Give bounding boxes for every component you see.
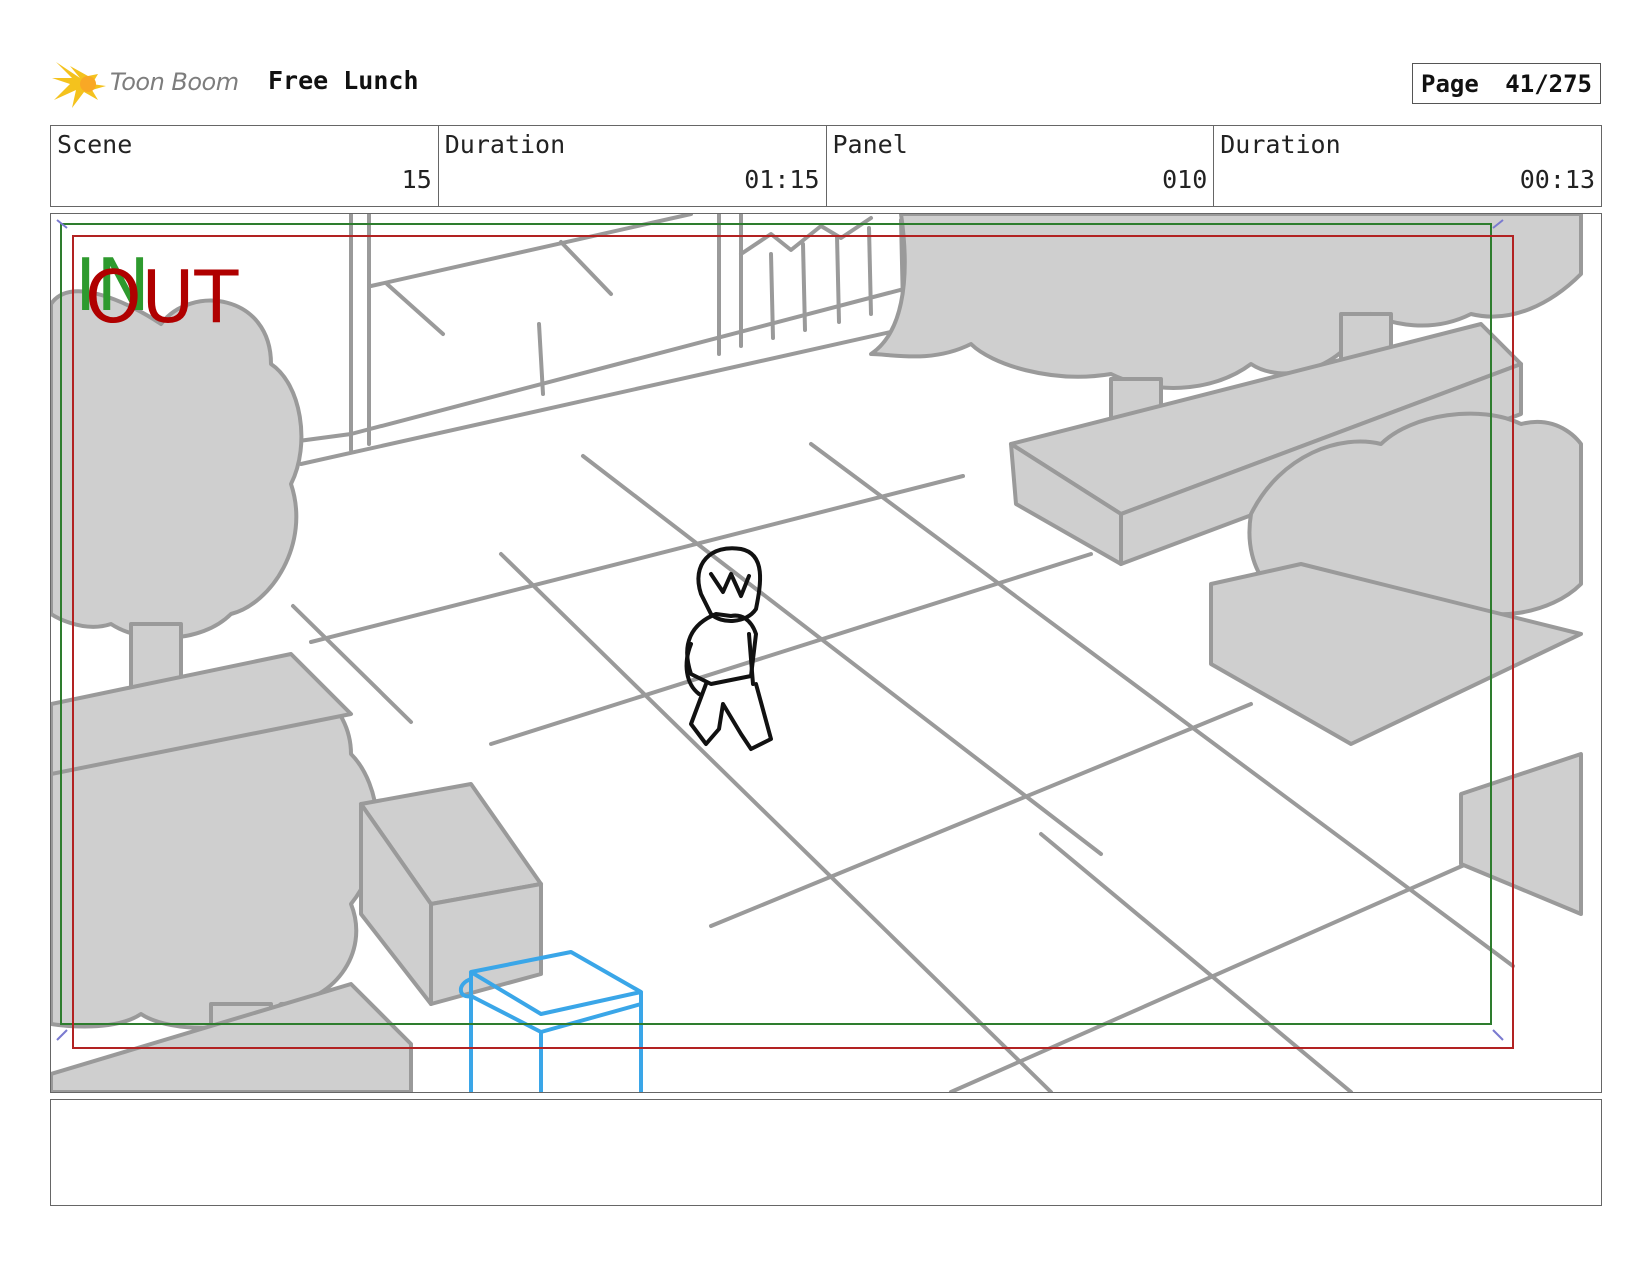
panel-label: Panel: [832, 130, 908, 159]
floor-line: [581, 454, 1103, 856]
panel-notes: [50, 1099, 1602, 1206]
scene-value: 15: [401, 165, 432, 194]
gate-bar: [867, 226, 873, 316]
page-indicator: Page 41/275: [1412, 63, 1601, 104]
brand-name: Toon Boom: [110, 68, 239, 96]
project-title: Free Lunch: [268, 66, 419, 95]
planter: [1459, 752, 1583, 916]
window-line: [559, 240, 613, 296]
character-torso: [685, 612, 758, 686]
panel-duration-label: Duration: [1220, 130, 1341, 159]
panel-duration-cell: Duration 00:13: [1214, 126, 1601, 206]
corner-marker: [1492, 1029, 1504, 1041]
starburst-icon: [52, 62, 106, 108]
panel-sketch: IN OUT: [51, 214, 1583, 1092]
corner-marker: [56, 1029, 68, 1041]
out-label: OUT: [85, 255, 239, 339]
scene-label: Scene: [57, 130, 133, 159]
page-label: Page: [1421, 69, 1479, 98]
floor-line: [489, 552, 1093, 746]
floor-line: [709, 702, 1253, 928]
gate-bar: [801, 242, 807, 332]
character-legs: [689, 682, 773, 751]
tree-canopy: [51, 289, 304, 640]
scene-duration-value: 01:15: [744, 165, 820, 194]
character-sketch: [684, 546, 773, 751]
scene-duration-label: Duration: [444, 130, 566, 159]
gate-bar: [769, 252, 775, 340]
scene-duration-cell: Duration 01:15: [439, 126, 827, 206]
character-arm: [684, 642, 701, 696]
floor-line: [1039, 832, 1353, 1092]
toon-boom-logo: Toon Boom: [52, 56, 252, 112]
scene-cell: Scene 15: [51, 126, 439, 206]
gate-bar: [835, 234, 841, 324]
panel-cell: Panel 010: [827, 126, 1215, 206]
floor-line: [309, 474, 965, 644]
floor-line: [499, 552, 1053, 1092]
wall-base: [299, 312, 973, 466]
crate-side: [429, 882, 543, 1006]
floor-line: [949, 860, 1473, 1092]
panel-value: 010: [1162, 165, 1208, 194]
info-table: Scene 15 Duration 01:15 Panel 010 Durati…: [50, 125, 1602, 207]
storyboard-panel: IN OUT: [50, 213, 1602, 1093]
panel-duration-value: 00:13: [1519, 165, 1595, 194]
window-line: [385, 282, 445, 336]
page-number: 41/275: [1505, 69, 1592, 98]
